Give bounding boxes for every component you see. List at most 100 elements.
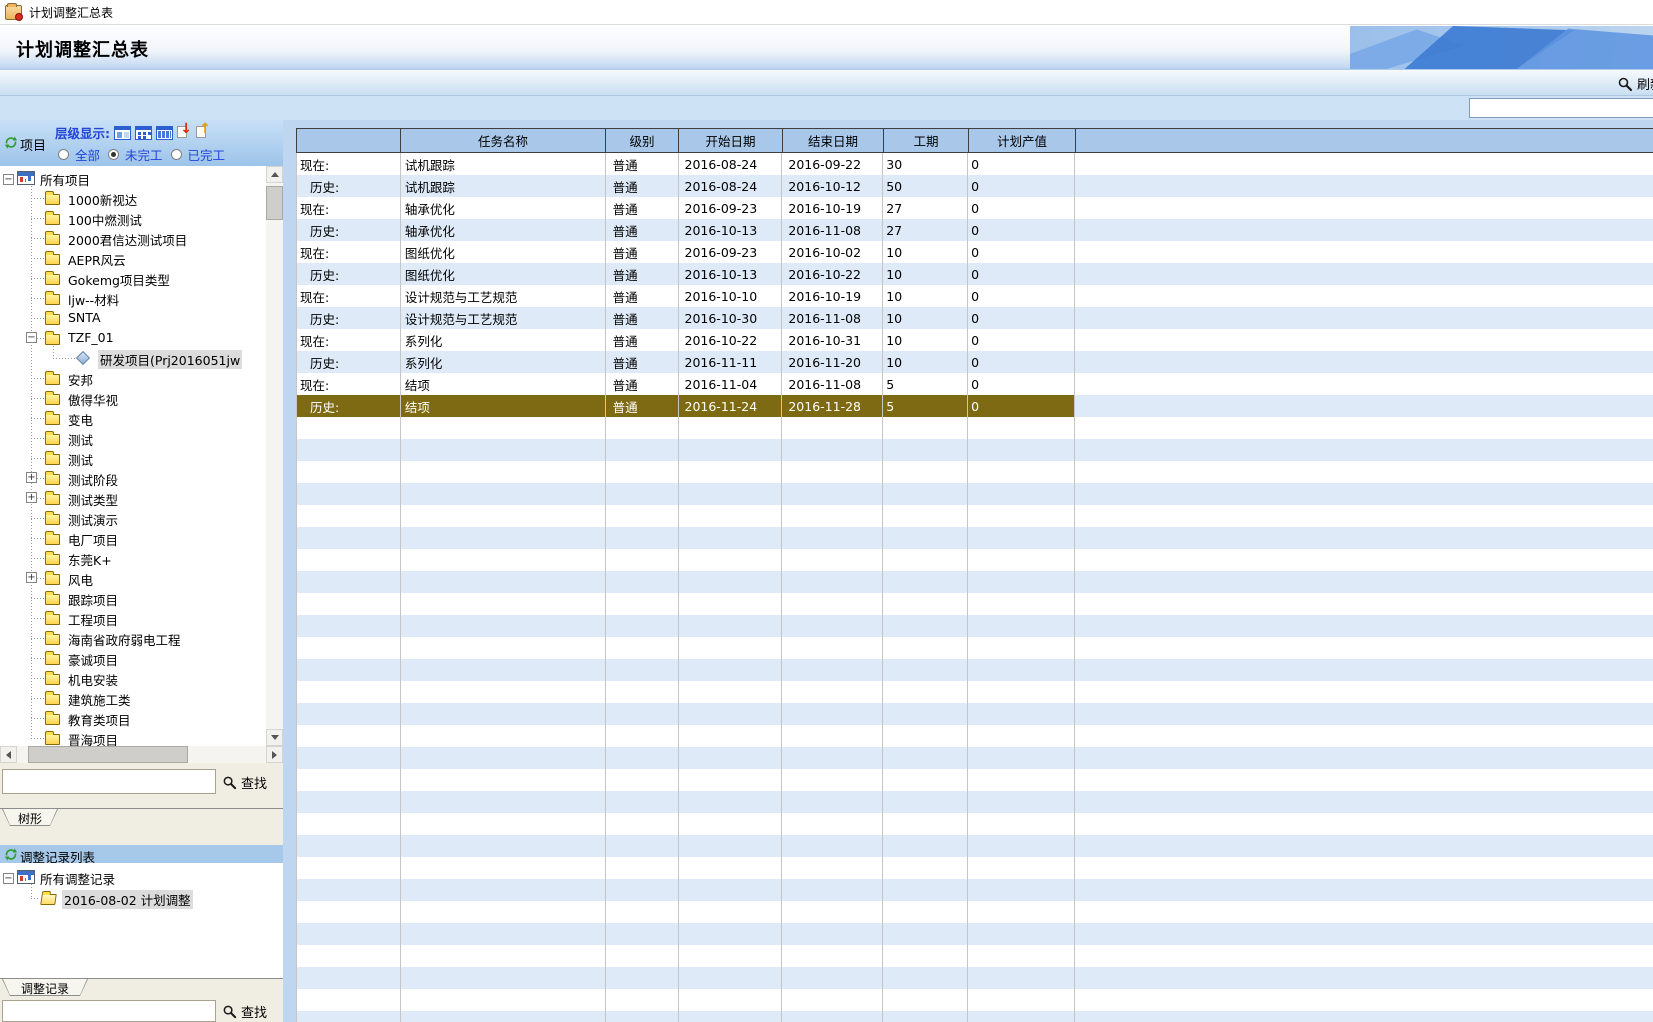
tree-item[interactable]: 测试演示 <box>0 508 283 528</box>
column-header-结束日期[interactable]: 结束日期 <box>783 129 884 152</box>
tree-item[interactable]: 教育类项目 <box>0 708 283 728</box>
empty-table-row[interactable] <box>296 923 1653 945</box>
tree-item[interactable]: 跟踪项目 <box>0 588 283 608</box>
empty-table-row[interactable] <box>296 417 1653 439</box>
refresh-button[interactable]: 刷新 <box>1617 74 1653 93</box>
records-search-input[interactable] <box>2 1000 216 1022</box>
tree-item[interactable]: 测试 <box>0 428 283 448</box>
tree-item[interactable]: 安邦 <box>0 368 283 388</box>
table-row[interactable]: 历史:轴承优化普通2016-10-132016-11-08270 <box>296 219 1653 241</box>
tree-item[interactable]: +测试类型 <box>0 488 283 508</box>
tree-item[interactable]: 东莞K+ <box>0 548 283 568</box>
tree-item[interactable]: 机电安装 <box>0 668 283 688</box>
project-search-input[interactable] <box>2 769 216 794</box>
table-row[interactable]: 历史:试机跟踪普通2016-08-242016-10-12500 <box>296 175 1653 197</box>
tree-root-item[interactable]: −所有项目 <box>0 168 283 188</box>
empty-table-row[interactable] <box>296 703 1653 725</box>
expand-icon[interactable]: + <box>26 472 37 483</box>
table-row[interactable]: 现在:试机跟踪普通2016-08-242016-09-22300 <box>296 153 1653 175</box>
empty-table-row[interactable] <box>296 571 1653 593</box>
empty-table-row[interactable] <box>296 505 1653 527</box>
table-row[interactable]: 现在:设计规范与工艺规范普通2016-10-102016-10-19100 <box>296 285 1653 307</box>
detail-view-icon[interactable] <box>135 126 152 140</box>
empty-table-row[interactable] <box>296 681 1653 703</box>
empty-table-row[interactable] <box>296 989 1653 1011</box>
radio-已完工[interactable] <box>171 149 182 160</box>
tree-horizontal-scrollbar[interactable] <box>0 746 283 763</box>
tree-item[interactable]: 建筑施工类 <box>0 688 283 708</box>
expand-icon[interactable]: + <box>26 492 37 503</box>
empty-table-row[interactable] <box>296 747 1653 769</box>
radio-全部[interactable] <box>58 149 69 160</box>
collapse-icon[interactable]: − <box>3 873 14 884</box>
table-row[interactable]: 历史:图纸优化普通2016-10-132016-10-22100 <box>296 263 1653 285</box>
tree-item[interactable]: +测试阶段 <box>0 468 283 488</box>
expand-icon[interactable]: + <box>26 572 37 583</box>
empty-table-row[interactable] <box>296 593 1653 615</box>
empty-table-row[interactable] <box>296 967 1653 989</box>
column-header-计划产值[interactable]: 计划产值 <box>969 129 1076 152</box>
empty-table-row[interactable] <box>296 901 1653 923</box>
grid-view-icon[interactable] <box>156 126 173 140</box>
tree-item[interactable]: 海南省政府弱电工程 <box>0 628 283 648</box>
empty-table-row[interactable] <box>296 549 1653 571</box>
tree-item[interactable]: 电厂项目 <box>0 528 283 548</box>
tree-item[interactable]: 变电 <box>0 408 283 428</box>
empty-table-row[interactable] <box>296 879 1653 901</box>
refresh-records-icon[interactable] <box>4 847 18 862</box>
tree-vertical-scrollbar[interactable] <box>266 166 283 746</box>
tree-item[interactable]: −TZF_01 <box>0 328 283 348</box>
empty-table-row[interactable] <box>296 769 1653 791</box>
empty-table-row[interactable] <box>296 659 1653 681</box>
empty-table-row[interactable] <box>296 813 1653 835</box>
empty-table-row[interactable] <box>296 857 1653 879</box>
tree-item[interactable]: 工程项目 <box>0 608 283 628</box>
tree-item[interactable]: +风电 <box>0 568 283 588</box>
empty-table-row[interactable] <box>296 835 1653 857</box>
empty-table-row[interactable] <box>296 483 1653 505</box>
table-row[interactable]: 历史:设计规范与工艺规范普通2016-10-302016-11-08100 <box>296 307 1653 329</box>
tree-item[interactable]: 傲得华视 <box>0 388 283 408</box>
collapse-icon[interactable]: − <box>26 332 37 343</box>
column-header-任务名称[interactable]: 任务名称 <box>401 129 606 152</box>
empty-table-row[interactable] <box>296 615 1653 637</box>
column-header-row-kind[interactable] <box>297 129 401 152</box>
table-filter-input[interactable] <box>1469 98 1653 118</box>
table-row[interactable]: 现在:结项普通2016-11-042016-11-0850 <box>296 373 1653 395</box>
scroll-down-button[interactable] <box>266 729 283 746</box>
table-row[interactable]: 历史:结项普通2016-11-242016-11-2850 <box>296 395 1653 417</box>
refresh-projects-icon[interactable] <box>4 135 18 150</box>
tree-item[interactable]: 豪诚项目 <box>0 648 283 668</box>
table-row[interactable]: 现在:图纸优化普通2016-09-232016-10-02100 <box>296 241 1653 263</box>
scroll-up-button[interactable] <box>266 166 283 183</box>
radio-未完工[interactable] <box>108 149 119 160</box>
tree-item[interactable]: 研发项目(Prj2016051jw <box>0 348 283 368</box>
column-header-级别[interactable]: 级别 <box>606 129 679 152</box>
scroll-right-button[interactable] <box>266 746 283 763</box>
empty-table-row[interactable] <box>296 527 1653 549</box>
empty-table-row[interactable] <box>296 945 1653 967</box>
records-root-item[interactable]: −所有调整记录 <box>0 866 283 886</box>
empty-table-row[interactable] <box>296 439 1653 461</box>
sort-descending-icon[interactable]: ↓ <box>177 125 192 140</box>
collapse-icon[interactable]: − <box>3 174 14 185</box>
windows-view-icon[interactable] <box>114 126 131 140</box>
empty-table-row[interactable] <box>296 725 1653 747</box>
tree-item[interactable]: 测试 <box>0 448 283 468</box>
tree-item[interactable]: ljw--材料 <box>0 288 283 308</box>
scroll-left-button[interactable] <box>0 746 17 763</box>
records-find-button[interactable]: 查找 <box>222 1002 267 1021</box>
scroll-thumb[interactable] <box>266 186 283 220</box>
tree-item[interactable]: 1000新视达 <box>0 188 283 208</box>
column-header-工期[interactable]: 工期 <box>884 129 969 152</box>
table-row[interactable]: 现在:系列化普通2016-10-222016-10-31100 <box>296 329 1653 351</box>
tab-records-view[interactable]: 调整记录 <box>2 979 88 996</box>
records-tree-item[interactable]: 2016-08-02 计划调整 <box>0 888 283 908</box>
tree-item[interactable]: 2000君信达测试项目 <box>0 228 283 248</box>
tree-item[interactable]: Gokemg项目类型 <box>0 268 283 288</box>
tree-item[interactable]: AEPR风云 <box>0 248 283 268</box>
tree-item[interactable]: 100中燃测试 <box>0 208 283 228</box>
column-header-开始日期[interactable]: 开始日期 <box>679 129 783 152</box>
tab-tree-view[interactable]: 树形 <box>2 809 58 826</box>
table-row[interactable]: 现在:轴承优化普通2016-09-232016-10-19270 <box>296 197 1653 219</box>
